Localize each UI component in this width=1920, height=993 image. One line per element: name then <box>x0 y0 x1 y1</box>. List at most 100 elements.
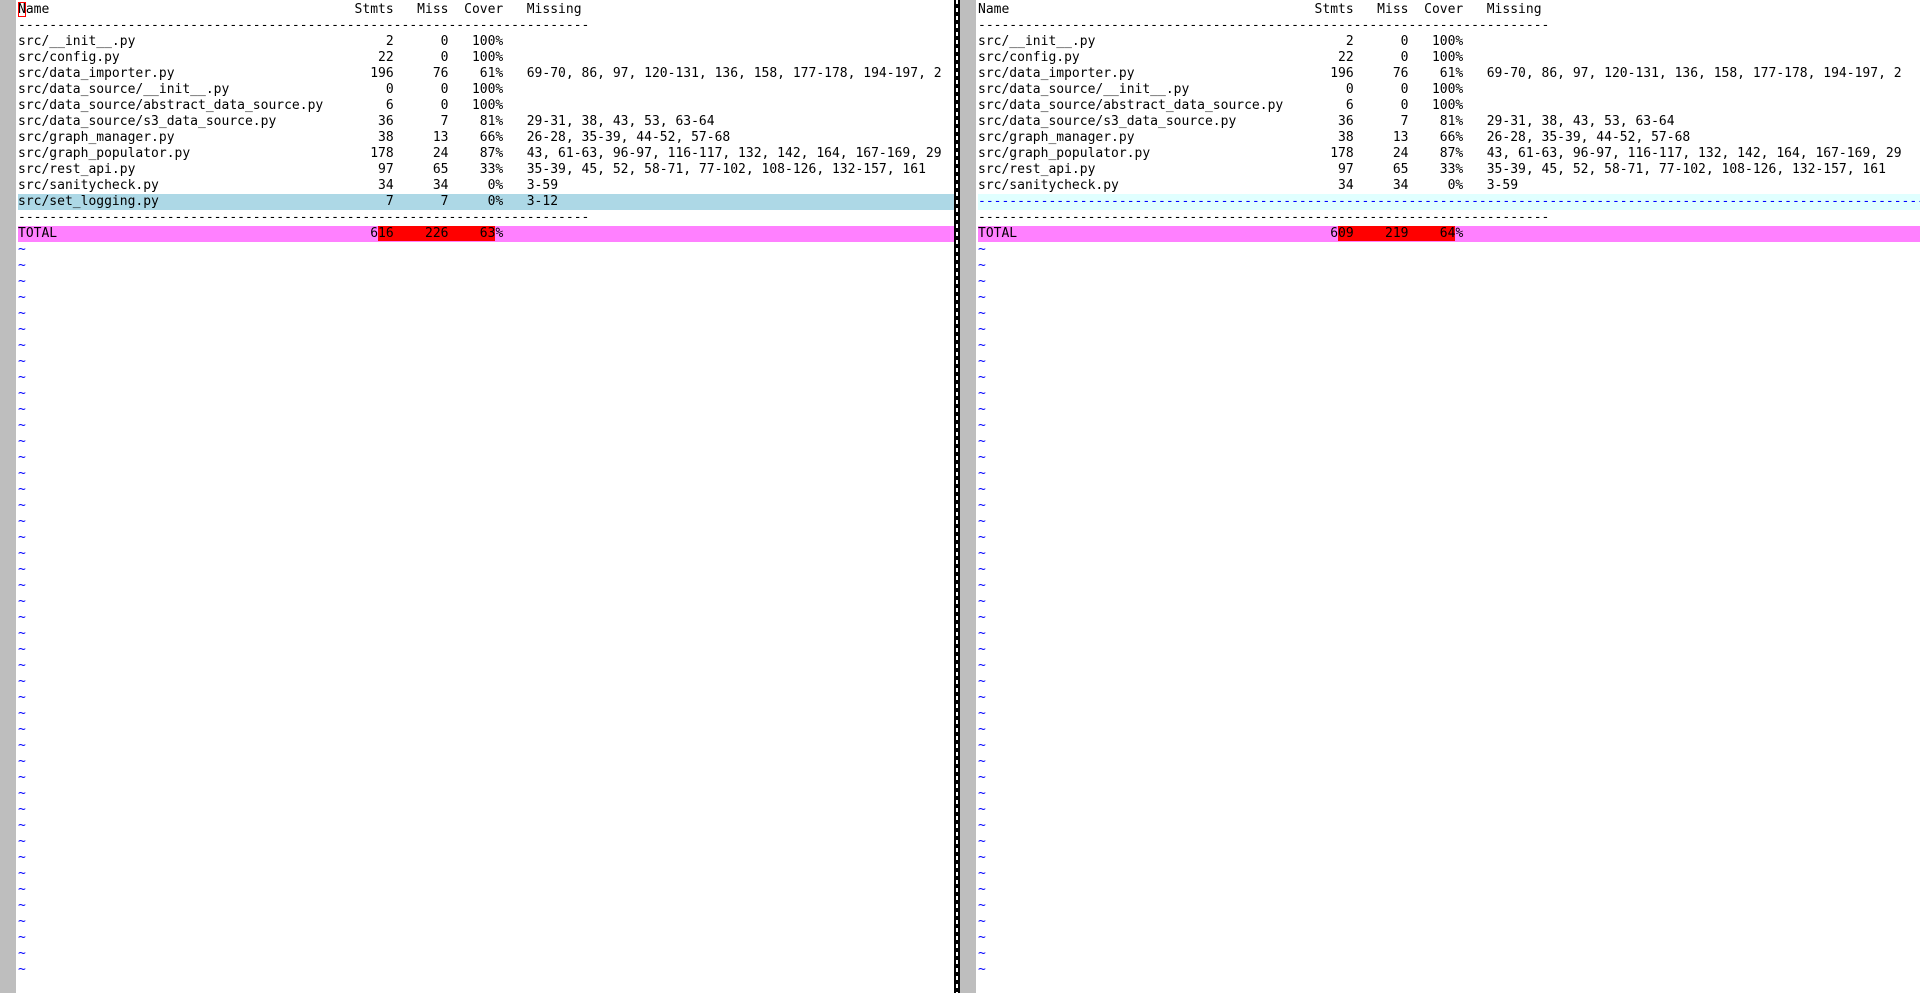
end-of-buffer-tilde: ~ <box>978 514 986 529</box>
changed-cover: 64 <box>1439 226 1456 241</box>
end-of-buffer-tilde: ~ <box>18 626 26 641</box>
end-of-buffer-tilde: ~ <box>978 290 986 305</box>
end-of-buffer-tilde: ~ <box>18 530 26 545</box>
coverage-row: src/data_source/s3_data_source.py 36 7 8… <box>978 114 1675 129</box>
total-row: TOTAL 609 219 64% <box>978 226 1920 242</box>
end-of-buffer-tilde: ~ <box>978 274 986 289</box>
end-of-buffer-tilde: ~ <box>18 546 26 561</box>
end-of-buffer-tilde: ~ <box>978 610 986 625</box>
coverage-row: src/rest_api.py 97 65 33% 35-39, 45, 52,… <box>18 162 926 177</box>
end-of-buffer-tilde: ~ <box>978 674 986 689</box>
end-of-buffer-tilde: ~ <box>978 466 986 481</box>
left-buffer-lines: Name Stmts Miss Cover Missing ----------… <box>18 2 954 978</box>
coverage-row: src/rest_api.py 97 65 33% 35-39, 45, 52,… <box>978 162 1886 177</box>
coverage-row: src/data_source/__init__.py 0 0 100% <box>18 82 504 97</box>
end-of-buffer-tilde: ~ <box>18 450 26 465</box>
coverage-row: src/data_importer.py 196 76 61% 69-70, 8… <box>18 66 942 81</box>
end-of-buffer-tilde: ~ <box>18 674 26 689</box>
end-of-buffer-tilde: ~ <box>978 626 986 641</box>
coverage-row: src/__init__.py 2 0 100% <box>18 34 504 49</box>
end-of-buffer-tilde: ~ <box>18 242 26 257</box>
changed-cover: 63 <box>479 226 496 241</box>
total-row: TOTAL 616 226 63% <box>18 226 954 242</box>
end-of-buffer-tilde: ~ <box>978 642 986 657</box>
end-of-buffer-tilde: ~ <box>18 818 26 833</box>
end-of-buffer-tilde: ~ <box>18 354 26 369</box>
end-of-buffer-tilde: ~ <box>18 690 26 705</box>
left-diff-pane[interactable]: Name Stmts Miss Cover Missing ----------… <box>0 0 954 993</box>
end-of-buffer-tilde: ~ <box>978 834 986 849</box>
end-of-buffer-tilde: ~ <box>18 914 26 929</box>
end-of-buffer-tilde: ~ <box>18 898 26 913</box>
end-of-buffer-tilde: ~ <box>978 434 986 449</box>
coverage-row: src/data_source/abstract_data_source.py … <box>978 98 1464 113</box>
coverage-row: src/data_source/abstract_data_source.py … <box>18 98 504 113</box>
coverage-row: src/graph_manager.py 38 13 66% 26-28, 35… <box>18 130 731 145</box>
fold-column <box>0 0 16 993</box>
end-of-buffer-tilde: ~ <box>18 594 26 609</box>
coverage-row: src/graph_manager.py 38 13 66% 26-28, 35… <box>978 130 1691 145</box>
end-of-buffer-tilde: ~ <box>18 322 26 337</box>
coverage-row: src/sanitycheck.py 34 34 0% 3-59 <box>978 178 1519 193</box>
end-of-buffer-tilde: ~ <box>18 866 26 881</box>
end-of-buffer-tilde: ~ <box>978 898 986 913</box>
end-of-buffer-tilde: ~ <box>978 354 986 369</box>
header-row: Name Stmts Miss Cover Missing <box>978 2 1542 17</box>
coverage-row: src/sanitycheck.py 34 34 0% 3-59 <box>18 178 559 193</box>
end-of-buffer-tilde: ~ <box>978 802 986 817</box>
end-of-buffer-tilde: ~ <box>18 754 26 769</box>
coverage-row: src/graph_populator.py 178 24 87% 43, 61… <box>18 146 942 161</box>
end-of-buffer-tilde: ~ <box>18 578 26 593</box>
end-of-buffer-tilde: ~ <box>18 802 26 817</box>
end-of-buffer-tilde: ~ <box>978 418 986 433</box>
end-of-buffer-tilde: ~ <box>978 706 986 721</box>
end-of-buffer-tilde: ~ <box>18 722 26 737</box>
end-of-buffer-tilde: ~ <box>18 402 26 417</box>
coverage-row: src/config.py 22 0 100% <box>18 50 504 65</box>
end-of-buffer-tilde: ~ <box>978 482 986 497</box>
changed-stmts: 16 <box>378 226 394 241</box>
end-of-buffer-tilde: ~ <box>978 450 986 465</box>
end-of-buffer-tilde: ~ <box>18 370 26 385</box>
end-of-buffer-tilde: ~ <box>978 498 986 513</box>
end-of-buffer-tilde: ~ <box>978 770 986 785</box>
split-separator-pattern <box>956 0 958 993</box>
coverage-row: src/graph_populator.py 178 24 87% 43, 61… <box>978 146 1902 161</box>
end-of-buffer-tilde: ~ <box>18 418 26 433</box>
end-of-buffer-tilde: ~ <box>18 946 26 961</box>
changed-miss: 226 <box>425 226 449 241</box>
end-of-buffer-tilde: ~ <box>978 914 986 929</box>
end-of-buffer-tilde: ~ <box>18 610 26 625</box>
end-of-buffer-tilde: ~ <box>978 658 986 673</box>
header-rule: ----------------------------------------… <box>978 18 1550 33</box>
end-of-buffer-tilde: ~ <box>18 962 26 977</box>
end-of-buffer-tilde: ~ <box>978 946 986 961</box>
header-rule: ----------------------------------------… <box>18 18 590 33</box>
added-row-set-logging: src/set_logging.py 7 7 0% 3-12 <box>18 194 954 210</box>
header-row: Name Stmts Miss Cover Missing <box>18 2 582 17</box>
end-of-buffer-tilde: ~ <box>18 466 26 481</box>
end-of-buffer-tilde: ~ <box>18 562 26 577</box>
end-of-buffer-tilde: ~ <box>978 242 986 257</box>
end-of-buffer-tilde: ~ <box>978 738 986 753</box>
end-of-buffer-tilde: ~ <box>18 850 26 865</box>
end-of-buffer-tilde: ~ <box>978 562 986 577</box>
right-diff-pane[interactable]: Name Stmts Miss Cover Missing ----------… <box>960 0 1920 993</box>
end-of-buffer-tilde: ~ <box>18 482 26 497</box>
right-buffer-lines: Name Stmts Miss Cover Missing ----------… <box>978 2 1920 978</box>
diff-filler-row: ----------------------------------------… <box>978 194 1920 210</box>
end-of-buffer-tilde: ~ <box>978 754 986 769</box>
end-of-buffer-tilde: ~ <box>978 578 986 593</box>
end-of-buffer-tilde: ~ <box>978 962 986 977</box>
end-of-buffer-tilde: ~ <box>18 882 26 897</box>
end-of-buffer-tilde: ~ <box>18 338 26 353</box>
coverage-row: src/data_source/s3_data_source.py 36 7 8… <box>18 114 715 129</box>
end-of-buffer-tilde: ~ <box>978 546 986 561</box>
changed-stmts: 09 <box>1338 226 1354 241</box>
end-of-buffer-tilde: ~ <box>978 322 986 337</box>
end-of-buffer-tilde: ~ <box>18 434 26 449</box>
footer-rule: ----------------------------------------… <box>18 210 590 225</box>
end-of-buffer-tilde: ~ <box>978 530 986 545</box>
fold-column <box>960 0 976 993</box>
footer-rule: ----------------------------------------… <box>978 210 1550 225</box>
